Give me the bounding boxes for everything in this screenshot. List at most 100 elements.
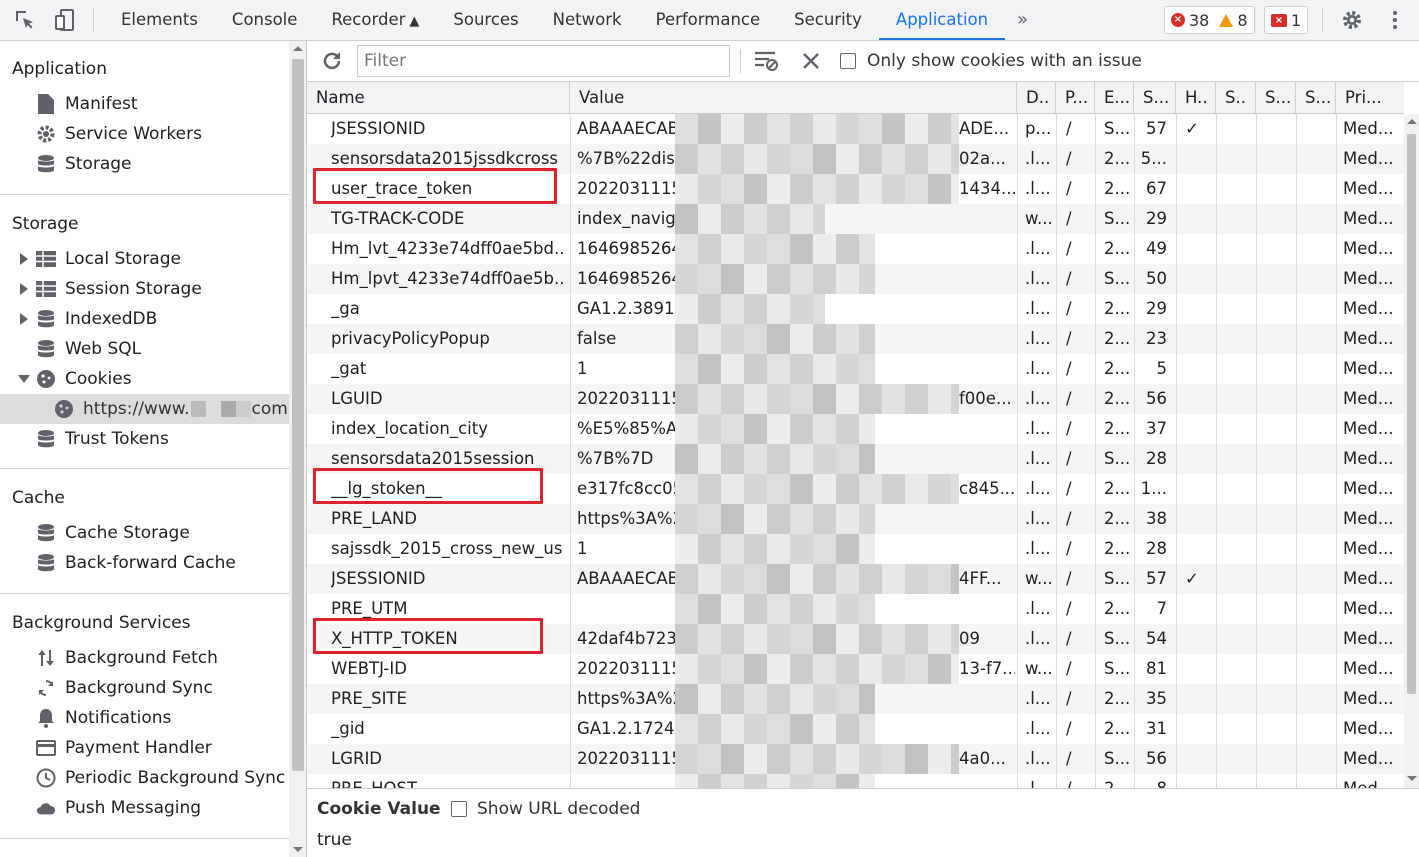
table-row[interactable]: PRE_LAND https%3A%2 .l.../2... 38 Med... [307,504,1404,534]
cell-value: https%3A%2 [577,689,675,708]
only-issue-checkbox[interactable] [840,53,856,69]
tab-console[interactable]: Console [215,0,315,40]
cell-value-tail: 13-f7... [959,659,1015,678]
column-header-domain[interactable]: D.. [1017,82,1056,114]
sidebar-item-service-workers[interactable]: Service Workers [36,119,202,149]
cell-name: PRE_HOST [331,774,563,788]
cell-domain: .l... [1025,269,1051,288]
cell-domain: .l... [1025,329,1051,348]
table-row[interactable]: _gat 1 .l.../2... 5 Med... [307,354,1404,384]
sidebar-scrollbar[interactable] [289,41,307,857]
expand-arrow-icon[interactable] [20,253,28,265]
tab-application[interactable]: Application [878,0,1006,40]
column-header-value[interactable]: Value [570,82,1017,114]
database-icon [36,553,56,573]
table-row[interactable]: privacyPolicyPopup false .l.../2... 23 Med..… [307,324,1404,354]
error-count: 38 [1189,10,1210,30]
sidebar-item-web-sql[interactable]: Web SQL [36,334,141,364]
tab-sources[interactable]: Sources [436,0,535,40]
table-row[interactable]: _ga GA1.2.38919 .l.../2... 29 Med... [307,294,1404,324]
more-tabs-button[interactable]: » [1005,0,1040,40]
sidebar-item-storage-overview[interactable]: Storage [36,149,132,179]
show-url-decoded-checkbox[interactable] [451,801,467,817]
cell-expires: S... [1104,269,1131,288]
sidebar-item-notifications[interactable]: Notifications [36,703,171,733]
table-row[interactable]: LGRID 2022031115 4a0... .l... / S... 56 Med... [307,744,1404,774]
scroll-up-arrow-icon[interactable] [293,46,303,51]
issues-button[interactable]: × 1 [1264,6,1309,34]
sidebar-item-periodic-background-sync[interactable]: Periodic Background Sync [36,763,285,793]
sidebar-item-cookies[interactable]: Cookies [36,364,132,394]
issue-icon: × [1271,13,1287,27]
sidebar-item-back-forward-cache[interactable]: Back-forward Cache [36,548,236,578]
cookie-value-text: true [317,830,352,850]
table-row[interactable]: JSESSIONID ABAAAECAB 4FF... w... / S... 57 ✓ Med… [307,564,1404,594]
sidebar-item-label: Background Sync [65,678,213,698]
settings-gear-icon[interactable] [1340,8,1364,32]
scroll-down-arrow-icon[interactable] [293,847,303,852]
tab-performance[interactable]: Performance [639,0,778,40]
column-header-expires[interactable]: E... [1095,82,1134,114]
tab-elements[interactable]: Elements [104,0,215,40]
column-header-samesite[interactable]: S... [1256,82,1296,114]
inspect-element-icon[interactable] [13,8,37,32]
sidebar-item-cookie-site[interactable]: https://www. com [54,394,288,424]
expand-arrow-icon[interactable] [20,283,28,295]
table-row[interactable]: _gid GA1.2.17248 .l.../2... 31 Med... [307,714,1404,744]
column-divider [1256,114,1257,788]
console-counts-button[interactable]: × 38 8 [1164,6,1255,34]
table-row[interactable]: LGUID 2022031115 f00e... .l.../2... 56 Med... [307,384,1404,414]
column-header-path[interactable]: P... [1056,82,1095,114]
table-row[interactable]: PRE_HOST.l.../2...8Med... [307,774,1404,788]
credit-card-icon [36,738,56,758]
clear-filtered-cookies-icon[interactable] [754,50,780,76]
expand-arrow-icon[interactable] [20,313,28,325]
cell-httponly [1185,144,1245,174]
sidebar-item-local-storage[interactable]: Local Storage [36,244,181,274]
kebab-menu-icon[interactable] [1383,8,1407,32]
scroll-down-arrow-icon[interactable] [1407,776,1417,781]
sidebar-item-trust-tokens[interactable]: Trust Tokens [36,424,169,454]
table-row[interactable]: JSESSIONID ABAAAECAB ADE... p... / S... 57 ✓ Med… [307,114,1404,144]
redacted-value-mosaic [675,744,959,774]
sidebar-item-session-storage[interactable]: Session Storage [36,274,202,304]
table-row[interactable]: TG-TRACK-CODEindex_navigaw.../S...29Med.… [307,204,1404,234]
column-header-priority[interactable]: Pri... [1336,82,1404,114]
device-toolbar-icon[interactable] [54,8,78,32]
tab-security[interactable]: Security [777,0,879,40]
cell-priority: Med... [1343,239,1394,258]
table-scrollbar[interactable] [1404,114,1419,788]
tab-recorder[interactable]: Recorder ▲ [314,0,436,40]
scrollbar-thumb[interactable] [1407,134,1416,694]
table-row[interactable]: WEBTJ-ID 2022031115 13-f7... w... / S... 81 Med… [307,654,1404,684]
table-row[interactable]: sajssdk_2015_cross_new_user 1 .l.../2... 28… [307,534,1404,564]
sidebar-item-push-messaging[interactable]: Push Messaging [36,793,201,823]
clear-all-cookies-icon[interactable] [801,51,821,75]
table-row[interactable]: Hm_lpvt_4233e74dff0ae5b... 1646985264 .l..… [307,264,1404,294]
sidebar-item-payment-handler[interactable]: Payment Handler [36,733,212,763]
sidebar-item-label: IndexedDB [65,309,158,329]
sidebar-item-background-fetch[interactable]: Background Fetch [36,643,218,673]
sidebar-item-cache-storage[interactable]: Cache Storage [36,518,190,548]
column-header-httponly[interactable]: H.. [1176,82,1216,114]
column-header-name[interactable]: Name [307,82,570,114]
column-header-secure[interactable]: S.. [1216,82,1256,114]
sidebar-item-manifest[interactable]: Manifest [36,89,138,119]
cell-priority: Med... [1343,329,1394,348]
tab-network[interactable]: Network [536,0,639,40]
collapse-arrow-icon[interactable] [18,375,30,383]
table-row[interactable]: index_location_city%E5%85%A8.l.../2...37… [307,414,1404,444]
sidebar-item-background-sync[interactable]: Background Sync [36,673,213,703]
table-row[interactable]: Hm_lvt_4233e74dff0ae5bd... 1646985264 .l..… [307,234,1404,264]
section-title-cache: Cache [12,488,65,508]
column-header-size[interactable]: S... [1134,82,1176,114]
scroll-up-arrow-icon[interactable] [1407,119,1417,124]
refresh-icon[interactable] [321,50,343,76]
sidebar-item-indexeddb[interactable]: IndexedDB [36,304,157,334]
database-icon [36,523,56,543]
column-header-sameparty[interactable]: S... [1296,82,1336,114]
scrollbar-thumb[interactable] [292,59,304,771]
filter-input[interactable] [357,45,730,77]
cell-name: LGRID [331,749,383,768]
table-row[interactable]: PRE_SITE https%3A%2 .l.../2... 35 Med... [307,684,1404,714]
